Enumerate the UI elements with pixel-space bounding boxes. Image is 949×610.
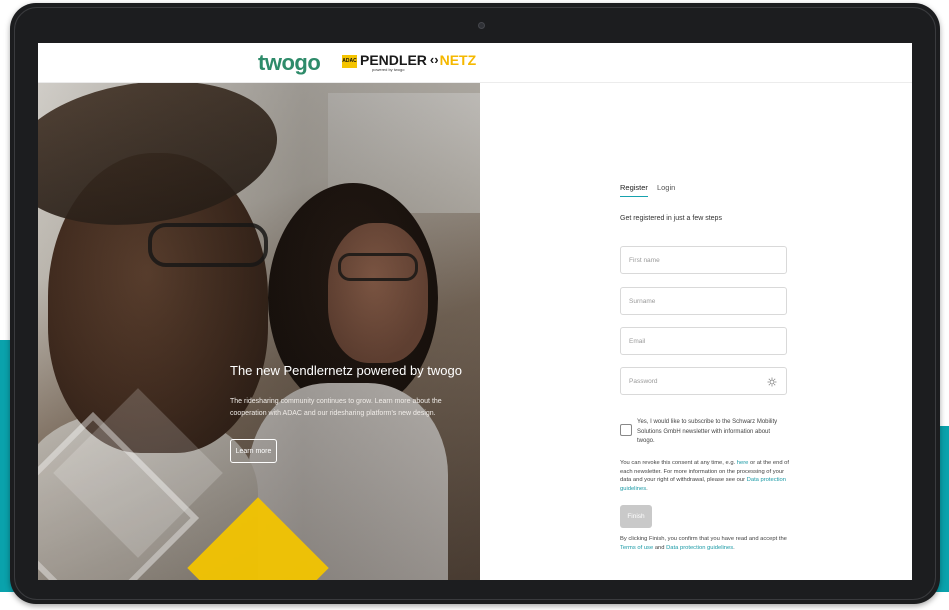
consent-text: You can revoke this consent at any time,… <box>620 459 790 493</box>
password-input[interactable] <box>621 368 786 394</box>
terms-text-part3: . <box>733 544 735 551</box>
eye-icon[interactable] <box>767 377 777 387</box>
stage: twogo ADAC PENDLER powered by twogo ‹› N… <box>0 0 949 610</box>
finish-button[interactable]: Finish <box>620 505 652 528</box>
pendler-logo-text: PENDLER <box>360 52 427 68</box>
email-field[interactable] <box>620 327 787 355</box>
terms-text: By clicking Finish, you confirm that you… <box>620 535 790 552</box>
hero-banner: The new Pendlernetz powered by twogo The… <box>38 83 480 580</box>
newsletter-label: Yes, I would like to subscribe to the Sc… <box>637 419 778 444</box>
surname-input[interactable] <box>621 288 786 314</box>
pendlernetz-logo[interactable]: ADAC PENDLER powered by twogo ‹› NETZ <box>342 52 477 72</box>
surname-field[interactable] <box>620 287 787 315</box>
screen: twogo ADAC PENDLER powered by twogo ‹› N… <box>38 43 912 580</box>
form-subtitle: Get registered in just a few steps <box>620 215 722 222</box>
netz-logo-text: NETZ <box>439 52 477 68</box>
email-input[interactable] <box>621 328 786 354</box>
chevron-exchange-icon: ‹› <box>429 52 439 67</box>
consent-text-part3: . <box>646 485 648 492</box>
revoke-here-link[interactable]: here <box>737 460 749 466</box>
tab-register[interactable]: Register <box>620 183 648 197</box>
first-name-input[interactable] <box>621 247 786 273</box>
hero-title: The new Pendlernetz powered by twogo <box>230 363 462 378</box>
auth-tabs: Register Login <box>620 183 684 197</box>
header-bar: twogo ADAC PENDLER powered by twogo ‹› N… <box>38 43 912 83</box>
tab-login[interactable]: Login <box>657 183 675 197</box>
tablet-frame: twogo ADAC PENDLER powered by twogo ‹› N… <box>10 3 940 604</box>
learn-more-button[interactable]: Learn more <box>230 439 277 463</box>
first-name-field[interactable] <box>620 246 787 274</box>
adac-logo: ADAC <box>342 55 357 68</box>
consent-text-part1: You can revoke this consent at any time,… <box>620 460 736 466</box>
terms-of-use-link[interactable]: Terms of use <box>620 545 653 551</box>
password-field[interactable] <box>620 367 787 395</box>
twogo-logo[interactable]: twogo <box>258 50 321 76</box>
terms-text-part2: and <box>654 544 665 551</box>
hero-description: The ridesharing community continues to g… <box>230 398 442 417</box>
camera-icon <box>478 22 485 29</box>
terms-text-part1: By clicking Finish, you confirm that you… <box>620 536 787 542</box>
pendler-logo-subtext: powered by twogo <box>372 67 405 72</box>
newsletter-checkbox[interactable] <box>620 424 632 436</box>
terms-data-protection-link[interactable]: Data protection guidelines <box>666 545 733 551</box>
newsletter-consent: Yes, I would like to subscribe to the Sc… <box>620 418 790 452</box>
